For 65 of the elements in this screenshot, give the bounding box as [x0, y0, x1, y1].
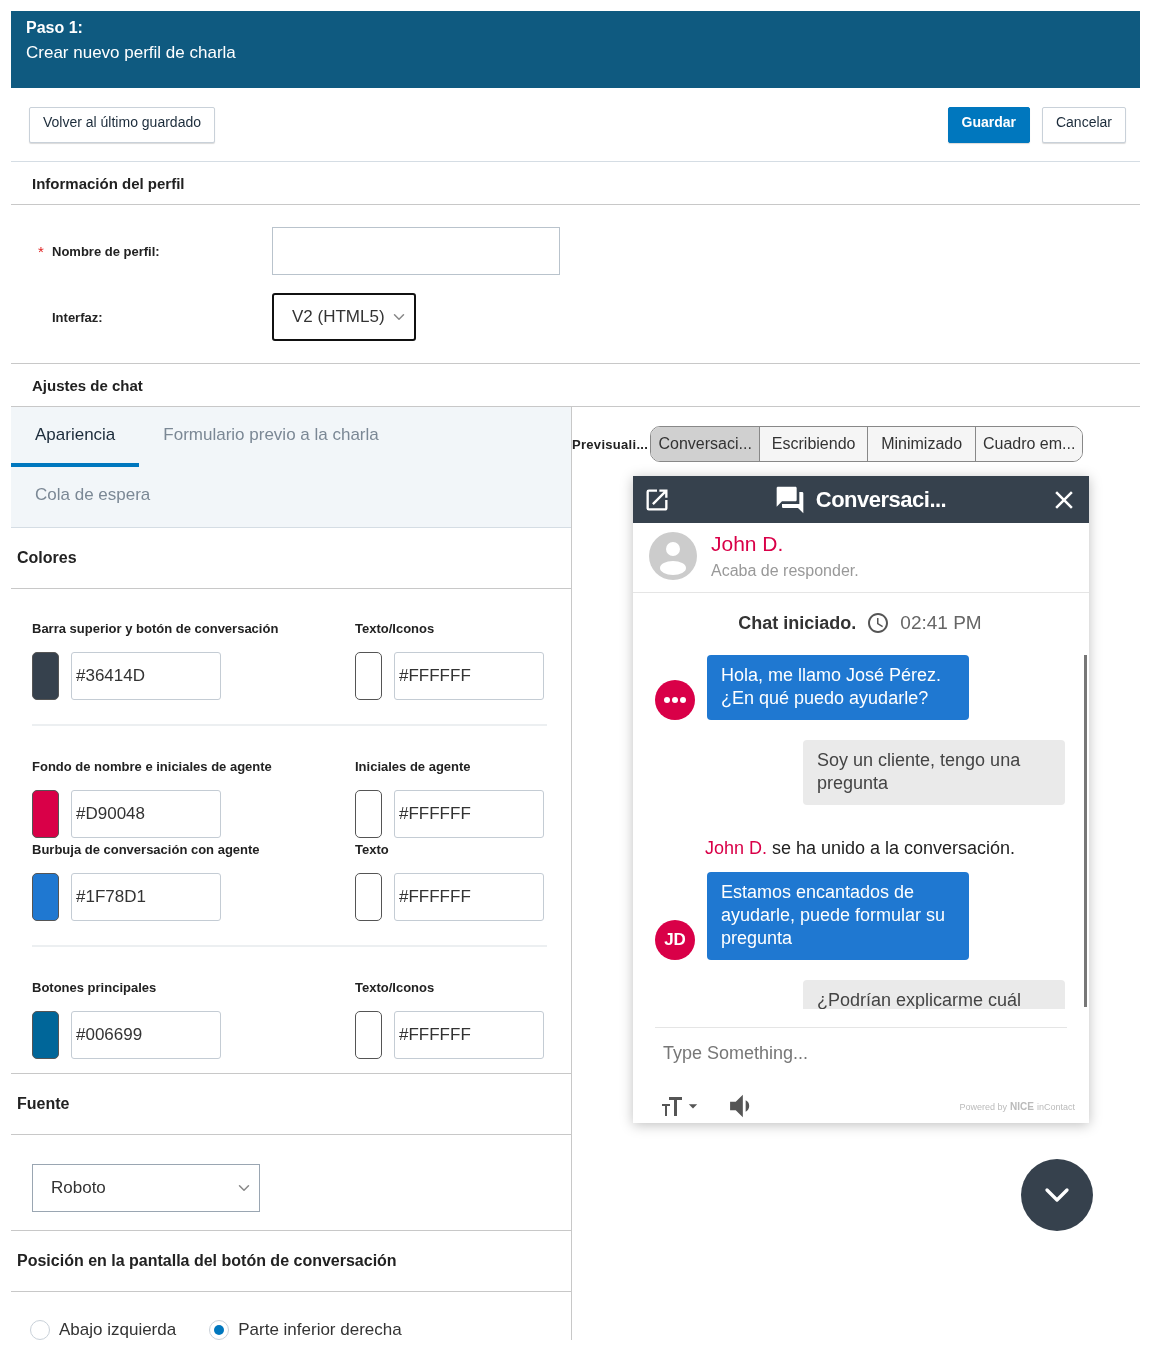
- color-hex-field[interactable]: #FFFFFF: [394, 1011, 544, 1059]
- preview-tab[interactable]: Conversaci...: [651, 427, 760, 461]
- color-swatch[interactable]: [32, 790, 59, 838]
- step-label: Paso 1:: [26, 19, 84, 37]
- field-label: Nombre de perfil:: [52, 243, 160, 259]
- interface-select[interactable]: V2 (HTML5): [272, 293, 416, 341]
- color-label: Fondo de nombre e iniciales de agente: [32, 759, 273, 774]
- chat-title: Conversaci...: [815, 486, 947, 513]
- position-radio[interactable]: Parte inferior derecha: [209, 1320, 402, 1340]
- page-title: Crear nuevo perfil de charla: [26, 43, 237, 63]
- agent-message: Hola, me llamo José Pérez. ¿En qué puedo ayudarle?: [707, 655, 969, 720]
- brand-logo-suffix: inContact: [1036, 1101, 1075, 1112]
- agent-name: John D.: [711, 532, 785, 556]
- preview-tab[interactable]: Minimizado: [867, 427, 976, 461]
- color-label: Texto/Iconos: [355, 980, 436, 995]
- color-hex-field[interactable]: #006699: [71, 1011, 221, 1059]
- color-swatch[interactable]: [32, 1011, 59, 1059]
- field-label: Interfaz:: [52, 309, 103, 325]
- cancel-button[interactable]: Cancelar: [1041, 106, 1126, 143]
- color-label: Iniciales de agente: [355, 759, 472, 774]
- agent-initials: JD: [655, 920, 695, 960]
- section-heading: Información del perfil: [32, 174, 185, 192]
- required-mark: *: [38, 242, 45, 260]
- preview-label: Previsuali...: [572, 436, 649, 452]
- color-hex-field[interactable]: #FFFFFF: [394, 873, 544, 921]
- customer-message: Soy un cliente, tengo una pregunta: [803, 740, 1065, 805]
- profile-name-field[interactable]: [272, 227, 560, 275]
- settings-tab[interactable]: Apariencia: [11, 407, 140, 467]
- chat-started-text: Chat iniciado.: [738, 612, 857, 634]
- color-label: Burbuja de conversación con agente: [32, 842, 261, 857]
- color-label: Texto: [355, 842, 390, 857]
- chat-time: 02:41 PM: [900, 612, 982, 634]
- brand-logo: NICE: [1010, 1100, 1034, 1112]
- save-button[interactable]: Guardar: [947, 106, 1030, 143]
- color-label: Texto/Iconos: [355, 621, 436, 636]
- typing-indicator-icon: [655, 680, 695, 720]
- section-heading: Colores: [17, 549, 77, 567]
- color-label: Botones principales: [32, 980, 158, 995]
- section-heading: Fuente: [17, 1095, 70, 1113]
- revert-button[interactable]: Volver al último guardado: [29, 106, 215, 143]
- color-swatch[interactable]: [32, 873, 59, 921]
- color-swatch[interactable]: [355, 652, 382, 700]
- color-hex-field[interactable]: #1F78D1: [71, 873, 221, 921]
- agent-status: Acaba de responder.: [711, 562, 859, 580]
- section-heading: Posición en la pantalla del botón de conversación: [17, 1252, 397, 1270]
- avatar-icon: [649, 532, 697, 580]
- color-hex-field[interactable]: #FFFFFF: [394, 790, 544, 838]
- font-select[interactable]: Roboto: [32, 1164, 260, 1212]
- color-swatch[interactable]: [355, 1011, 382, 1059]
- preview-tab[interactable]: Escribiendo: [759, 427, 868, 461]
- color-hex-field[interactable]: #D90048: [71, 790, 221, 838]
- color-swatch[interactable]: [32, 652, 59, 700]
- color-swatch[interactable]: [355, 790, 382, 838]
- section-heading: Ajustes de chat: [32, 376, 143, 394]
- color-hex-field[interactable]: #36414D: [71, 652, 221, 700]
- color-hex-field[interactable]: #FFFFFF: [394, 652, 544, 700]
- join-notice: John D. se ha unido a la conversación.: [703, 838, 1017, 859]
- position-radio[interactable]: Abajo izquierda: [30, 1320, 177, 1340]
- agent-message: Estamos encantados de ayudarle, puede formular su pregunta: [707, 872, 969, 960]
- customer-message: ¿Podrían explicarme cuál: [803, 980, 1065, 1009]
- color-label: Barra superior y botón de conversación: [32, 621, 280, 636]
- clock-icon: [866, 611, 891, 635]
- preview-tab[interactable]: Cuadro em...: [975, 427, 1083, 461]
- color-swatch[interactable]: [355, 873, 382, 921]
- powered-by-text: Powered by: [959, 1101, 1008, 1112]
